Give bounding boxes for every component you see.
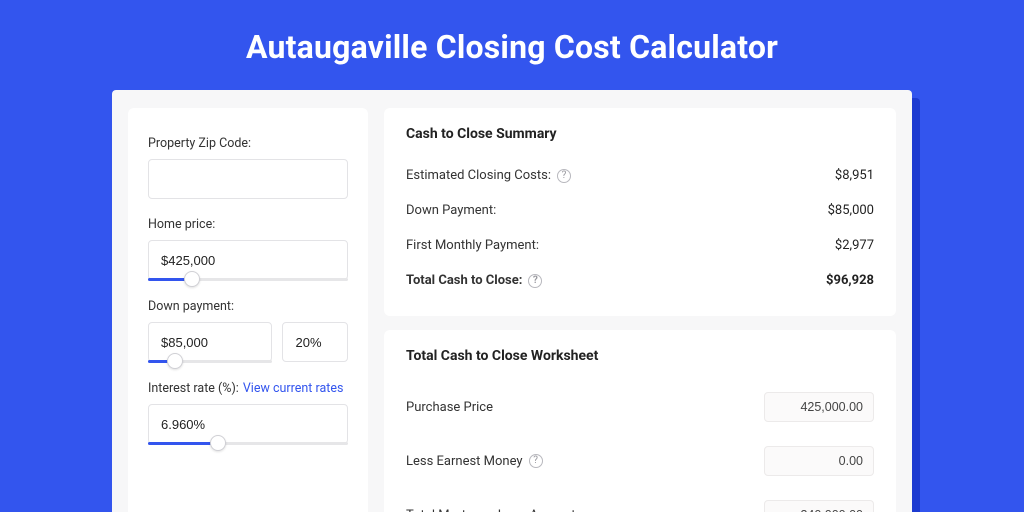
summary-total-row: Total Cash to Close: ? $96,928 bbox=[406, 263, 874, 298]
summary-row: Down Payment: $85,000 bbox=[406, 193, 874, 228]
help-icon[interactable]: ? bbox=[557, 169, 571, 183]
field-zip: Property Zip Code: bbox=[148, 136, 348, 199]
worksheet-row-input[interactable] bbox=[764, 500, 874, 512]
summary-row-label: First Monthly Payment: bbox=[406, 238, 539, 253]
slider-thumb[interactable] bbox=[167, 353, 183, 369]
home-price-slider-wrap bbox=[148, 240, 348, 281]
home-price-slider[interactable] bbox=[148, 278, 348, 281]
home-price-label: Home price: bbox=[148, 217, 348, 232]
summary-row-label: Estimated Closing Costs: bbox=[406, 168, 551, 183]
summary-row-value: $8,951 bbox=[835, 168, 874, 183]
interest-rate-input[interactable] bbox=[148, 404, 348, 444]
card-body: Property Zip Code: Home price: Down paym… bbox=[112, 90, 912, 512]
summary-row: Estimated Closing Costs: ? $8,951 bbox=[406, 158, 874, 193]
worksheet-row-input[interactable] bbox=[764, 392, 874, 422]
inputs-panel: Property Zip Code: Home price: Down paym… bbox=[128, 108, 368, 512]
down-payment-amount-wrap bbox=[148, 322, 272, 363]
down-payment-pct-wrap bbox=[282, 322, 348, 363]
results-column: Cash to Close Summary Estimated Closing … bbox=[384, 108, 896, 512]
view-rates-link[interactable]: View current rates bbox=[243, 381, 344, 396]
slider-thumb[interactable] bbox=[184, 271, 200, 287]
worksheet-row: Less Earnest Money ? bbox=[406, 434, 874, 488]
down-payment-slider[interactable] bbox=[148, 360, 272, 363]
field-interest-rate: Interest rate (%): View current rates bbox=[148, 381, 348, 445]
interest-rate-slider-wrap bbox=[148, 404, 348, 445]
worksheet-row-input[interactable] bbox=[764, 446, 874, 476]
calculator-card: Property Zip Code: Home price: Down paym… bbox=[112, 90, 912, 512]
help-icon[interactable]: ? bbox=[529, 454, 543, 468]
worksheet-panel: Total Cash to Close Worksheet Purchase P… bbox=[384, 330, 896, 512]
worksheet-row-label: Purchase Price bbox=[406, 400, 493, 415]
interest-rate-slider[interactable] bbox=[148, 442, 348, 445]
page-title: Autaugaville Closing Cost Calculator bbox=[0, 0, 1024, 90]
summary-row-label: Down Payment: bbox=[406, 203, 496, 218]
worksheet-row: Total Mortgage Loan Amount bbox=[406, 488, 874, 512]
summary-row-value: $85,000 bbox=[828, 203, 874, 218]
help-icon[interactable]: ? bbox=[528, 274, 542, 288]
summary-total-label: Total Cash to Close: bbox=[406, 273, 522, 288]
summary-title: Cash to Close Summary bbox=[406, 126, 874, 142]
zip-input[interactable] bbox=[148, 159, 348, 199]
down-payment-input[interactable] bbox=[148, 322, 272, 362]
summary-panel: Cash to Close Summary Estimated Closing … bbox=[384, 108, 896, 316]
slider-fill bbox=[148, 442, 218, 445]
worksheet-row-label: Less Earnest Money bbox=[406, 454, 523, 469]
home-price-input[interactable] bbox=[148, 240, 348, 280]
down-payment-pct-input[interactable] bbox=[282, 322, 348, 362]
field-home-price: Home price: bbox=[148, 217, 348, 281]
summary-total-value: $96,928 bbox=[826, 273, 874, 288]
down-payment-label: Down payment: bbox=[148, 299, 348, 314]
field-down-payment: Down payment: bbox=[148, 299, 348, 363]
summary-row: First Monthly Payment: $2,977 bbox=[406, 228, 874, 263]
slider-thumb[interactable] bbox=[210, 435, 226, 451]
worksheet-row: Purchase Price bbox=[406, 380, 874, 434]
interest-rate-label: Interest rate (%): bbox=[148, 381, 239, 396]
summary-row-value: $2,977 bbox=[835, 238, 874, 253]
worksheet-row-label: Total Mortgage Loan Amount bbox=[406, 508, 576, 512]
zip-label: Property Zip Code: bbox=[148, 136, 348, 151]
worksheet-title: Total Cash to Close Worksheet bbox=[406, 348, 874, 364]
